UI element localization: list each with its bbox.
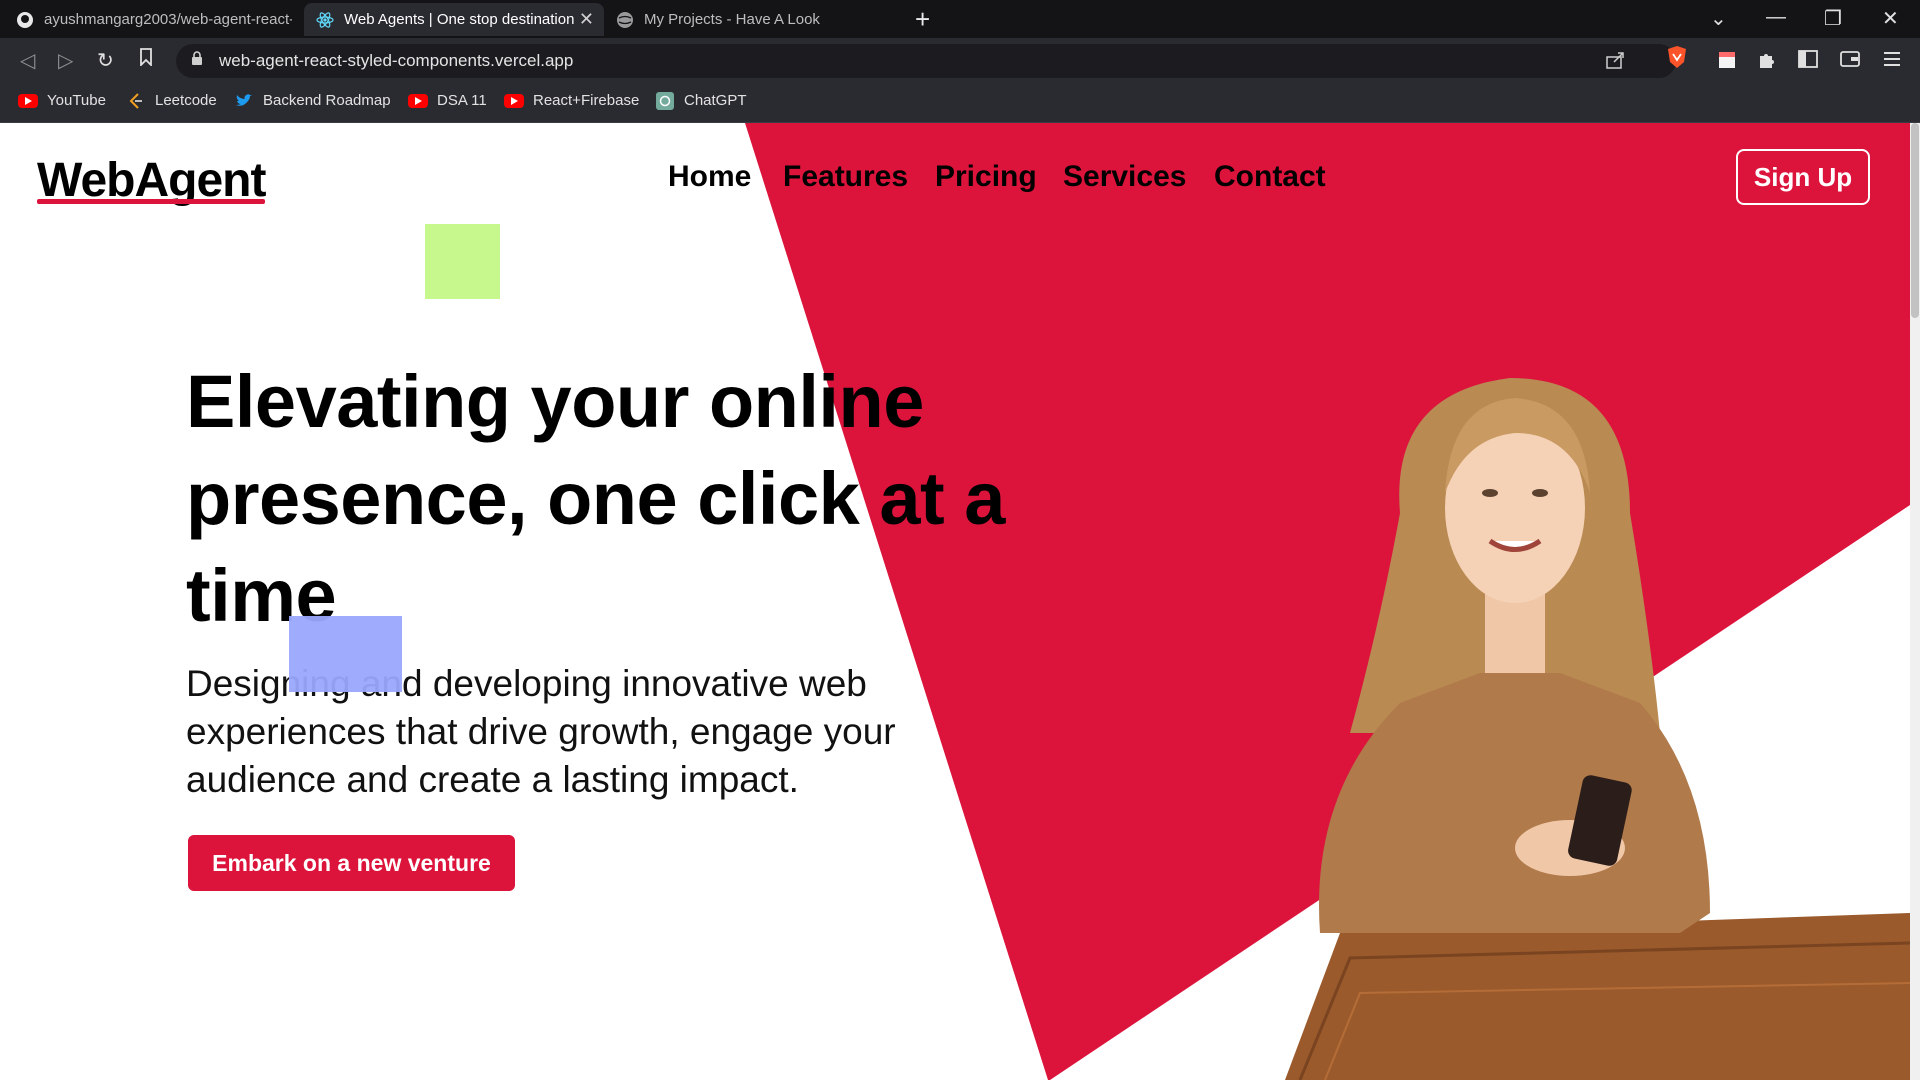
nav-features[interactable]: Features: [783, 160, 908, 194]
chatgpt-icon: [655, 91, 675, 110]
bookmark-label: DSA 11: [437, 92, 487, 109]
tab-github[interactable]: ayushmangarg2003/web-agent-react-: [4, 3, 304, 36]
tab-search-icon[interactable]: ⌄: [1710, 6, 1727, 31]
hero-headline: Elevating your online presence, one clic…: [186, 353, 1066, 644]
puzzle-extensions-icon[interactable]: [1757, 50, 1777, 75]
twitter-icon: [234, 93, 254, 108]
nav-contact[interactable]: Contact: [1214, 160, 1326, 194]
headline-line: presence, one click at a: [186, 457, 1005, 540]
nav-pricing[interactable]: Pricing: [935, 160, 1037, 194]
extension-icon[interactable]: [1717, 50, 1737, 75]
nav-home[interactable]: Home: [668, 160, 751, 194]
bookmark-chatgpt[interactable]: ChatGPT: [655, 91, 747, 110]
bookmark-label: React+Firebase: [533, 92, 640, 109]
address-bar[interactable]: web-agent-react-styled-components.vercel…: [176, 44, 1676, 78]
youtube-icon: [504, 93, 524, 108]
logo-underline: [37, 199, 265, 204]
brave-shields-icon[interactable]: [1666, 45, 1688, 75]
scrollbar-thumb[interactable]: [1911, 123, 1919, 318]
bookmark-label: Leetcode: [155, 92, 217, 109]
hero-woman-image: [1285, 378, 1910, 1080]
react-icon: [316, 11, 334, 29]
sign-up-button[interactable]: Sign Up: [1736, 149, 1870, 205]
bookmark-react-firebase[interactable]: React+Firebase: [504, 92, 639, 109]
close-window-button[interactable]: ✕: [1882, 6, 1899, 31]
close-tab-icon[interactable]: ✕: [579, 9, 594, 30]
headline-line: Elevating your online: [186, 360, 924, 443]
bookmark-leetcode[interactable]: Leetcode: [126, 92, 217, 109]
new-tab-button[interactable]: +: [915, 6, 930, 32]
decorative-blue-square: [289, 616, 402, 692]
share-icon[interactable]: [1606, 51, 1626, 74]
youtube-icon: [408, 93, 428, 108]
back-button[interactable]: ◁: [20, 48, 35, 73]
tab-title: Web Agents | One stop destination: [344, 11, 574, 28]
menu-icon[interactable]: [1884, 50, 1900, 73]
url-text: web-agent-react-styled-components.vercel…: [219, 51, 574, 70]
bookmark-label: ChatGPT: [684, 92, 747, 109]
decorative-green-square: [425, 224, 500, 299]
wallet-icon[interactable]: [1840, 50, 1860, 73]
bookmark-page-icon[interactable]: [139, 48, 153, 72]
nav-services[interactable]: Services: [1063, 160, 1186, 194]
github-icon: [16, 11, 34, 29]
sidebar-icon[interactable]: [1798, 50, 1818, 73]
bookmark-label: YouTube: [47, 92, 106, 109]
tab-my-projects[interactable]: My Projects - Have A Look: [604, 3, 900, 36]
forward-button[interactable]: ▷: [58, 48, 73, 73]
lock-icon: [191, 51, 205, 71]
tab-strip: ayushmangarg2003/web-agent-react- Web Ag…: [0, 0, 1920, 38]
globe-icon: [616, 11, 634, 29]
bookmark-label: Backend Roadmap: [263, 92, 391, 109]
bookmark-youtube[interactable]: YouTube: [18, 92, 106, 109]
tab-web-agents[interactable]: Web Agents | One stop destination ✕: [304, 3, 604, 36]
leetcode-icon: [126, 92, 146, 109]
youtube-icon: [18, 93, 38, 108]
tab-title: My Projects - Have A Look: [644, 11, 820, 28]
cta-button[interactable]: Embark on a new venture: [188, 835, 515, 891]
bookmarks-bar: YouTube Leetcode Backend Roadmap DSA 11 …: [0, 84, 1920, 123]
browser-chrome: ayushmangarg2003/web-agent-react- Web Ag…: [0, 0, 1920, 123]
tab-title: ayushmangarg2003/web-agent-react-: [44, 11, 292, 28]
minimize-button[interactable]: —: [1766, 6, 1786, 29]
restore-button[interactable]: ❐: [1824, 6, 1842, 31]
bookmark-dsa[interactable]: DSA 11: [408, 92, 487, 109]
browser-toolbar: ◁ ▷ ↻ web-agent-react-styled-components.…: [0, 38, 1920, 84]
bookmark-backend-roadmap[interactable]: Backend Roadmap: [234, 92, 391, 109]
web-page: WebAgent Home Features Pricing Services …: [0, 123, 1920, 1080]
reload-button[interactable]: ↻: [97, 48, 114, 73]
